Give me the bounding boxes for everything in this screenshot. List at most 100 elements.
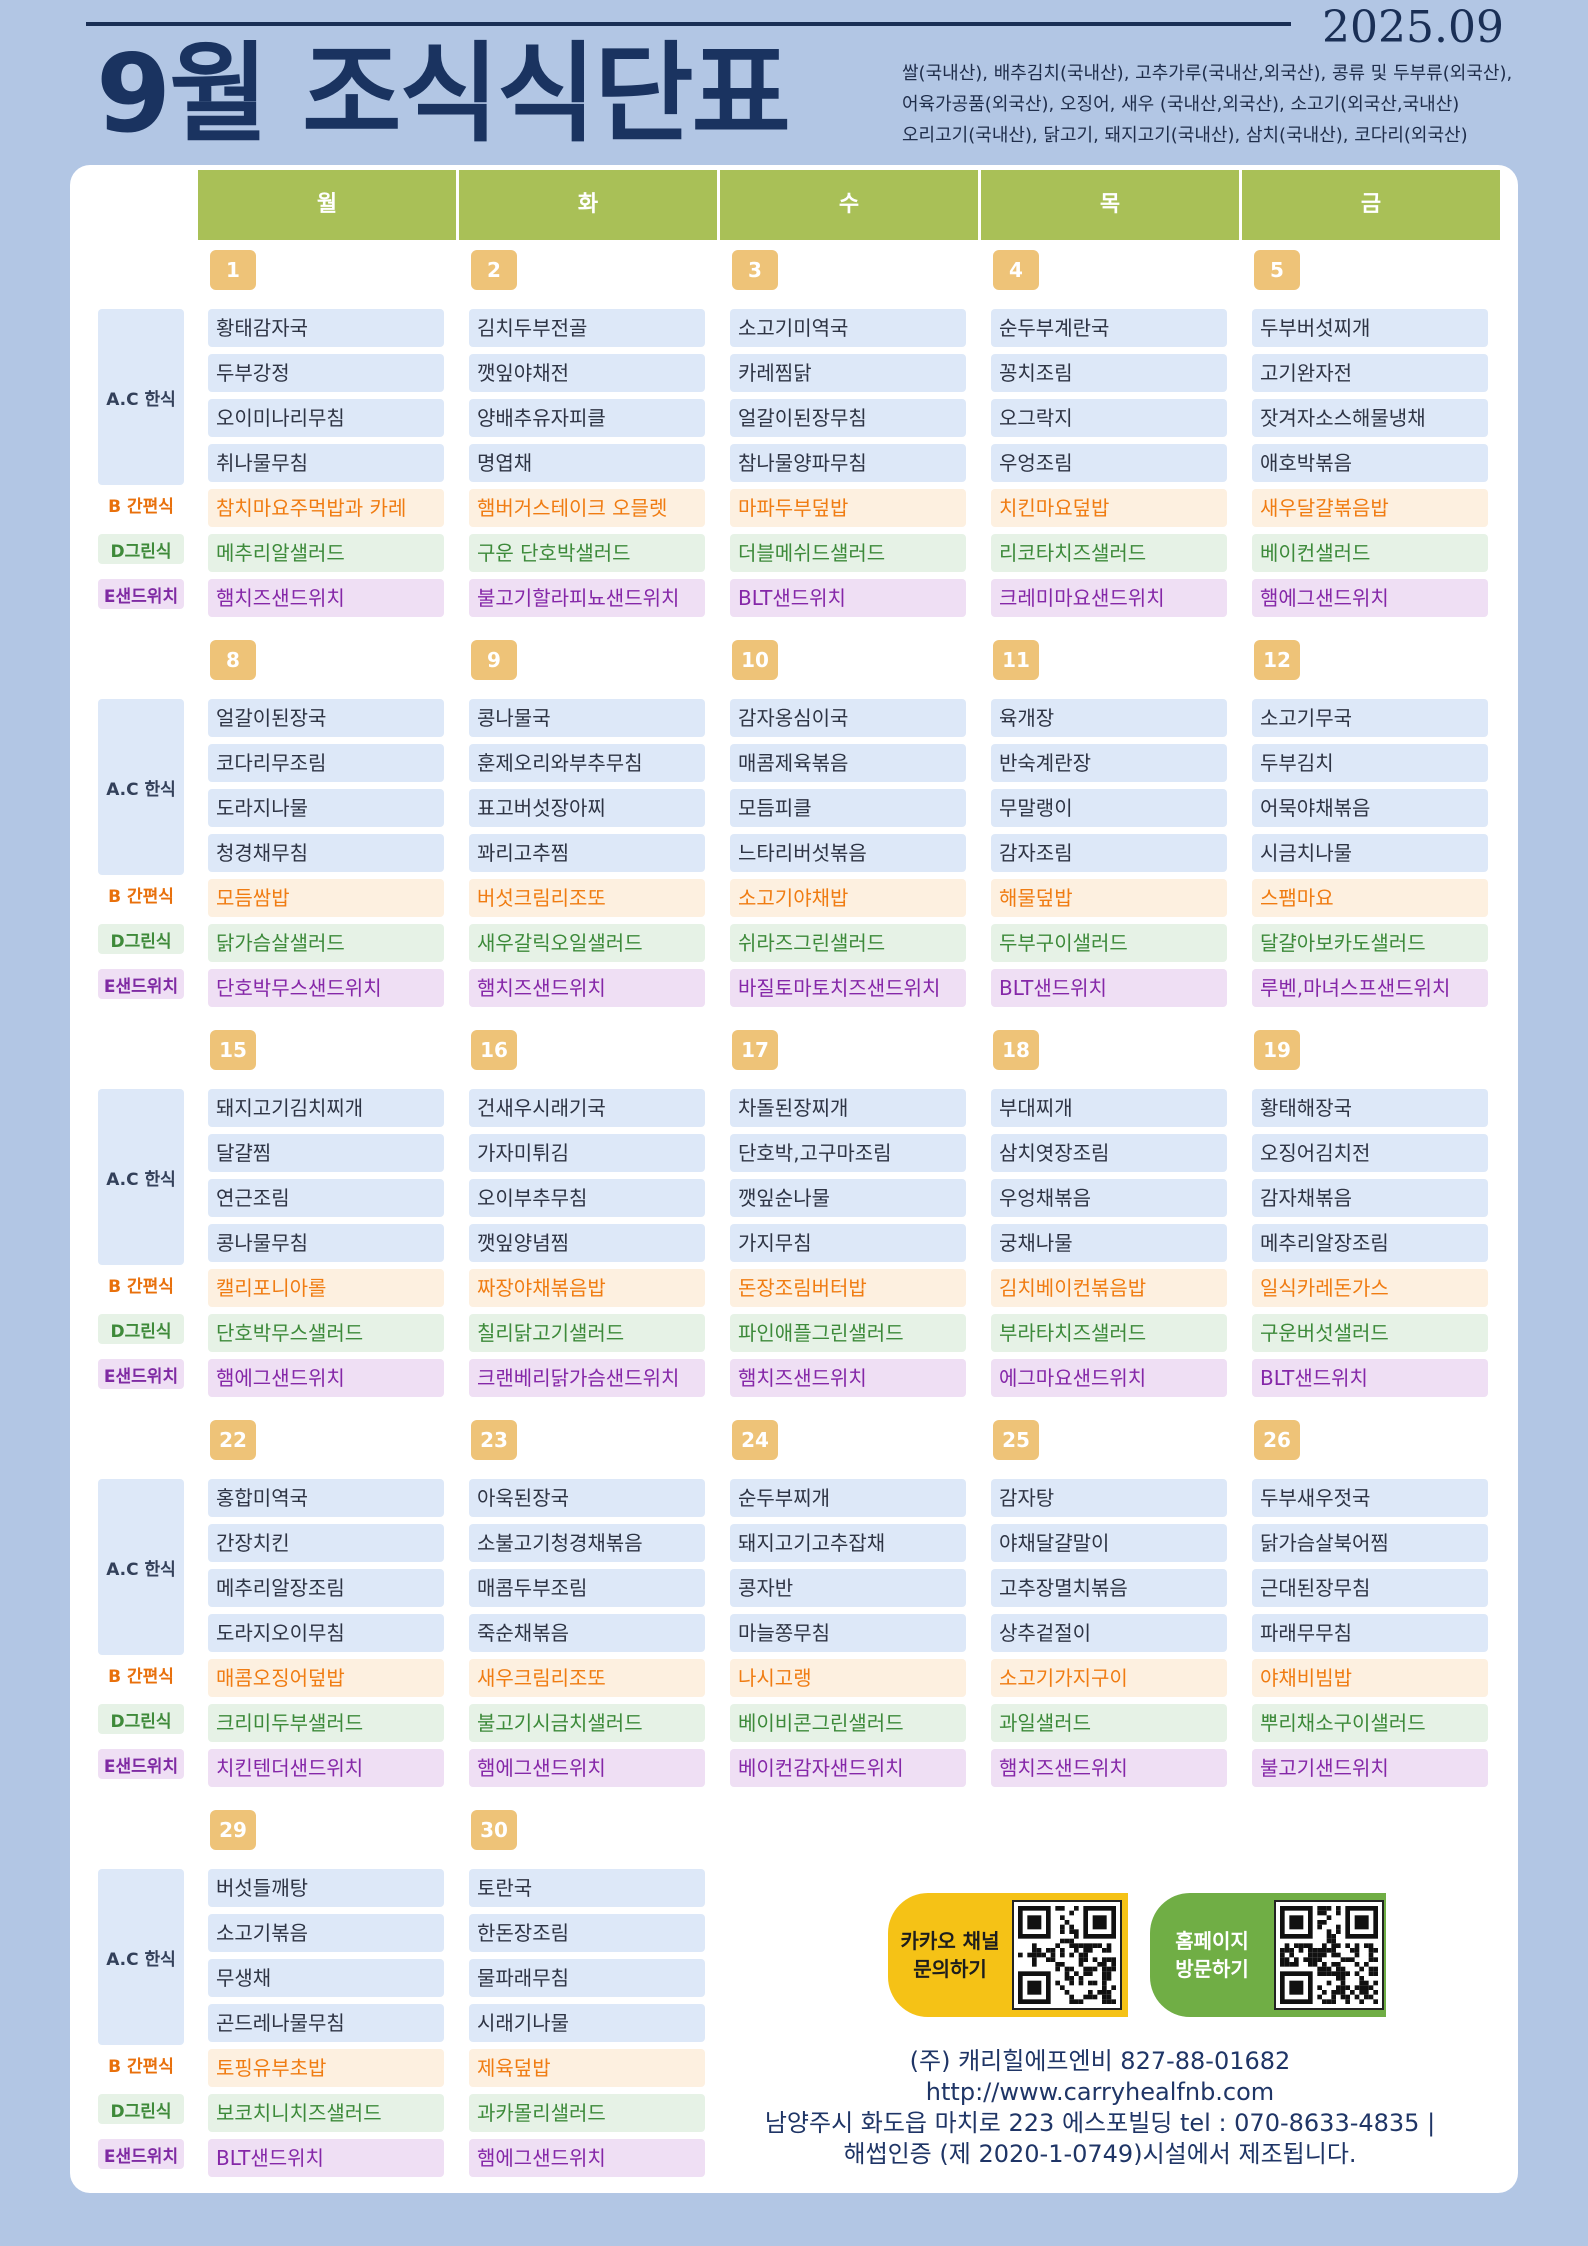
menu-item-ac: 감자채볶음: [1252, 1179, 1488, 1217]
menu-item-d: 닭가슴살샐러드: [208, 924, 444, 962]
menu-item-d: 뿌리채소구이샐러드: [1252, 1704, 1488, 1742]
menu-item-ac: 두부강정: [208, 354, 444, 392]
menu-item-ac: 꽈리고추찜: [469, 834, 705, 872]
date-badge: 12: [1254, 640, 1300, 680]
date-badge: 15: [210, 1030, 256, 1070]
homepage-qr-code-icon[interactable]: [1274, 1900, 1384, 2010]
menu-item-ac: 무말랭이: [991, 789, 1227, 827]
date-badge: 3: [732, 250, 778, 290]
date-badge: 26: [1254, 1420, 1300, 1460]
menu-item-ac: 두부김치: [1252, 744, 1488, 782]
menu-item-ac: 도라지나물: [208, 789, 444, 827]
origin-info: 쌀(국내산), 배추김치(국내산), 고추가루(국내산,외국산), 콩류 및 두…: [902, 58, 1562, 151]
menu-item-ac: 잣겨자소스해물냉채: [1252, 399, 1488, 437]
menu-item-ac: 가자미튀김: [469, 1134, 705, 1172]
menu-item-b: 짜장야채볶음밥: [469, 1269, 705, 1307]
menu-item-b: 캘리포니아롤: [208, 1269, 444, 1307]
menu-item-ac: 무생채: [208, 1959, 444, 1997]
menu-item-ac: 오이부추무침: [469, 1179, 705, 1217]
menu-item-ac: 고기완자전: [1252, 354, 1488, 392]
date-badge: 17: [732, 1030, 778, 1070]
week-block: A.C 한식 B 간편식 D그린식 E샌드위치 22 홍합미역국 간장치킨 메추리알장조림 도라…: [0, 1420, 1588, 1810]
menu-item-ac: 홍합미역국: [208, 1479, 444, 1517]
menu-item-ac: 차돌된장찌개: [730, 1089, 966, 1127]
date-badge: 8: [210, 640, 256, 680]
origin-line: 쌀(국내산), 배추김치(국내산), 고추가루(국내산,외국산), 콩류 및 두…: [902, 63, 1513, 84]
menu-item-b: 새우크림리조또: [469, 1659, 705, 1697]
menu-item-ac: 한돈장조림: [469, 1914, 705, 1952]
menu-item-d: 베이비콘그린샐러드: [730, 1704, 966, 1742]
origin-line: 오리고기(국내산), 닭고기, 돼지고기(국내산), 삼치(국내산), 코다리(…: [902, 125, 1468, 146]
side-label-d: D그린식: [98, 1704, 184, 1734]
menu-item-d: 달걀아보카도샐러드: [1252, 924, 1488, 962]
kakao-label-line: 문의하기: [913, 1957, 987, 1981]
date-badge: 30: [471, 1810, 517, 1850]
menu-item-ac: 감자옹심이국: [730, 699, 966, 737]
menu-item-d: 구운 단호박샐러드: [469, 534, 705, 572]
menu-item-ac: 아욱된장국: [469, 1479, 705, 1517]
menu-item-ac: 꽁치조림: [991, 354, 1227, 392]
menu-item-ac: 얼갈이된장무침: [730, 399, 966, 437]
menu-item-b: 모듬쌈밥: [208, 879, 444, 917]
menu-item-b: 햄버거스테이크 오믈렛: [469, 489, 705, 527]
date-badge: 1: [210, 250, 256, 290]
homepage-button[interactable]: 홈페이지 방문하기: [1150, 1893, 1386, 2017]
menu-item-d: 베이컨샐러드: [1252, 534, 1488, 572]
day-header-0: 월: [198, 170, 456, 240]
menu-item-ac: 표고버섯장아찌: [469, 789, 705, 827]
menu-item-ac: 우엉조림: [991, 444, 1227, 482]
menu-item-ac: 김치두부전골: [469, 309, 705, 347]
menu-item-d: 리코타치즈샐러드: [991, 534, 1227, 572]
kakao-qr-code-icon[interactable]: [1012, 1900, 1122, 2010]
menu-item-d: 더블메쉬드샐러드: [730, 534, 966, 572]
menu-item-e: 햄에그샌드위치: [208, 1359, 444, 1397]
menu-item-e: 치킨텐더샌드위치: [208, 1749, 444, 1787]
menu-item-ac: 훈제오리와부추무침: [469, 744, 705, 782]
day-header-2: 수: [720, 170, 978, 240]
origin-line: 어육가공품(외국산), 오징어, 새우 (국내산,외국산), 소고기(외국산,국…: [902, 94, 1460, 115]
menu-item-ac: 깻잎야채전: [469, 354, 705, 392]
menu-item-ac: 우엉채볶음: [991, 1179, 1227, 1217]
menu-item-ac: 느타리버섯볶음: [730, 834, 966, 872]
menu-item-e: 크랜베리닭가슴샌드위치: [469, 1359, 705, 1397]
menu-item-ac: 깻잎양념찜: [469, 1224, 705, 1262]
menu-item-ac: 취나물무침: [208, 444, 444, 482]
menu-item-b: 제육덮밥: [469, 2049, 705, 2087]
menu-item-ac: 감자조림: [991, 834, 1227, 872]
menu-item-e: BLT샌드위치: [208, 2139, 444, 2177]
menu-item-ac: 가지무침: [730, 1224, 966, 1262]
menu-item-e: 불고기샌드위치: [1252, 1749, 1488, 1787]
menu-item-ac: 오징어김치전: [1252, 1134, 1488, 1172]
kakao-channel-button[interactable]: 카카오 채널 문의하기: [888, 1893, 1128, 2017]
menu-item-b: 김치베이컨볶음밥: [991, 1269, 1227, 1307]
date-badge: 29: [210, 1810, 256, 1850]
menu-item-ac: 소고기볶음: [208, 1914, 444, 1952]
menu-item-d: 과일샐러드: [991, 1704, 1227, 1742]
side-label-e: E샌드위치: [98, 579, 184, 609]
menu-item-d: 새우갈릭오일샐러드: [469, 924, 705, 962]
menu-item-b: 소고기가지구이: [991, 1659, 1227, 1697]
menu-item-e: 햄치즈샌드위치: [730, 1359, 966, 1397]
menu-item-ac: 오그락지: [991, 399, 1227, 437]
menu-item-ac: 달걀찜: [208, 1134, 444, 1172]
date-badge: 22: [210, 1420, 256, 1460]
menu-item-e: 불고기할라피뇨샌드위치: [469, 579, 705, 617]
menu-item-ac: 모듬피클: [730, 789, 966, 827]
company-line: (주) 캐리힐에프엔비 827-88-01682 http://www.carr…: [909, 2047, 1291, 2106]
date-badge: 10: [732, 640, 778, 680]
menu-item-d: 파인애플그린샐러드: [730, 1314, 966, 1352]
menu-item-ac: 토란국: [469, 1869, 705, 1907]
menu-item-ac: 콩자반: [730, 1569, 966, 1607]
menu-item-ac: 야채달걀말이: [991, 1524, 1227, 1562]
side-label-ac: A.C 한식: [98, 309, 184, 485]
menu-item-e: 루벤,마녀스프샌드위치: [1252, 969, 1488, 1007]
menu-item-ac: 소고기무국: [1252, 699, 1488, 737]
menu-item-ac: 돼지고기고추잡채: [730, 1524, 966, 1562]
date-badge: 5: [1254, 250, 1300, 290]
menu-item-e: 햄치즈샌드위치: [208, 579, 444, 617]
side-label-b: B 간편식: [108, 886, 174, 907]
day-header-4: 금: [1242, 170, 1500, 240]
menu-item-b: 매콤오징어덮밥: [208, 1659, 444, 1697]
menu-item-b: 돈장조림버터밥: [730, 1269, 966, 1307]
date-badge: 16: [471, 1030, 517, 1070]
